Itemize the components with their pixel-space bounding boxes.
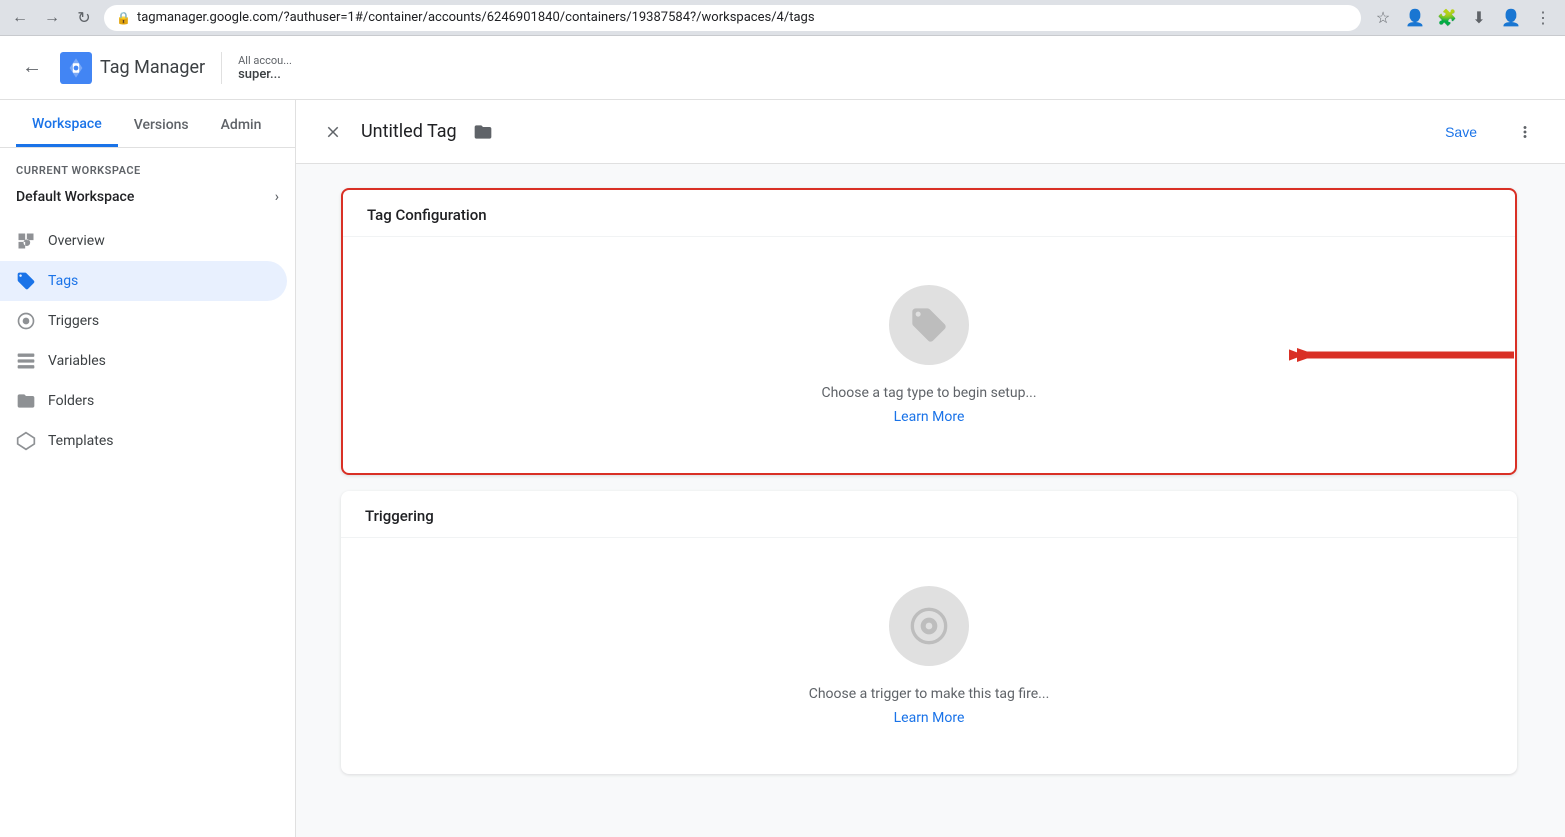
tag-config-learn-more[interactable]: Learn More xyxy=(894,409,965,425)
download-btn[interactable]: ⬇ xyxy=(1465,4,1493,32)
browser-actions: ☆ 👤 🧩 ⬇ 👤 ⋮ xyxy=(1369,4,1557,32)
account-prefix: All accou... xyxy=(238,54,292,67)
extension-btn[interactable]: 🧩 xyxy=(1433,4,1461,32)
tag-config-placeholder-icon xyxy=(889,285,969,365)
main-layout: Workspace Versions Admin CURRENT WORKSPA… xyxy=(0,100,1565,837)
tag-title: Untitled Tag xyxy=(361,121,457,142)
sidebar-item-overview[interactable]: Overview xyxy=(0,221,287,261)
sidebar-nav: Overview Tags Triggers xyxy=(0,213,295,837)
account-btn[interactable]: 👤 xyxy=(1497,4,1525,32)
workspace-name: Default Workspace xyxy=(16,189,134,205)
workspace-section-label: CURRENT WORKSPACE xyxy=(0,148,295,181)
app-back-btn[interactable]: ← xyxy=(16,52,48,84)
folder-button[interactable] xyxy=(469,118,497,146)
tag-editor-content: Tag Configuration xyxy=(296,164,1565,837)
triggering-header: Triggering xyxy=(341,491,1517,538)
profile-btn[interactable]: 👤 xyxy=(1401,4,1429,32)
red-arrow-svg xyxy=(1297,330,1517,380)
sidebar-item-folders[interactable]: Folders xyxy=(0,381,287,421)
account-breadcrumb: All accou... super... xyxy=(238,54,292,82)
app-header: ← Tag Manager All accou... super... xyxy=(0,36,1565,100)
header-actions: Save xyxy=(1421,116,1541,148)
sidebar-item-label-triggers: Triggers xyxy=(48,313,99,329)
browser-reload-btn[interactable]: ↻ xyxy=(72,6,96,30)
triggering-section: Triggering Choose a trigger to make this… xyxy=(341,491,1517,774)
nav-tabs: Workspace Versions Admin xyxy=(0,100,295,148)
sidebar-item-label-variables: Variables xyxy=(48,353,106,369)
sidebar-item-label-tags: Tags xyxy=(48,273,78,289)
sidebar-item-label-overview: Overview xyxy=(48,233,105,249)
triggering-learn-more[interactable]: Learn More xyxy=(894,710,965,726)
sidebar-item-variables[interactable]: Variables xyxy=(0,341,287,381)
sidebar-item-label-folders: Folders xyxy=(48,393,94,409)
tag-config-section: Tag Configuration xyxy=(341,188,1517,475)
browser-chrome: ← → ↻ 🔒 tagmanager.google.com/?authuser=… xyxy=(0,0,1565,36)
triggering-placeholder-text: Choose a trigger to make this tag fire..… xyxy=(809,686,1050,702)
tag-config-placeholder-text: Choose a tag type to begin setup... xyxy=(821,385,1036,401)
browser-forward-btn[interactable]: → xyxy=(40,6,64,30)
sidebar-item-triggers[interactable]: Triggers xyxy=(0,301,287,341)
triggering-body[interactable]: Choose a trigger to make this tag fire..… xyxy=(341,538,1517,774)
sidebar-item-tags[interactable]: Tags xyxy=(0,261,287,301)
tab-admin[interactable]: Admin xyxy=(205,117,278,147)
tags-icon xyxy=(16,271,36,291)
tab-workspace[interactable]: Workspace xyxy=(16,116,118,147)
address-bar[interactable]: 🔒 tagmanager.google.com/?authuser=1#/con… xyxy=(104,5,1361,31)
red-arrow-svg xyxy=(1289,325,1517,385)
sidebar-item-label-templates: Templates xyxy=(48,433,114,449)
chevron-right-icon: › xyxy=(275,189,279,205)
browser-back-btn[interactable]: ← xyxy=(8,6,32,30)
sidebar-item-templates[interactable]: Templates xyxy=(0,421,287,461)
tab-versions[interactable]: Versions xyxy=(118,117,205,147)
tag-config-header: Tag Configuration xyxy=(343,190,1515,237)
sidebar: Workspace Versions Admin CURRENT WORKSPA… xyxy=(0,100,296,837)
logo-area: Tag Manager xyxy=(60,52,205,84)
tag-editor: Untitled Tag Save Tag Confi xyxy=(296,100,1565,837)
bookmark-btn[interactable]: ☆ xyxy=(1369,4,1397,32)
red-arrow-annotation xyxy=(1297,330,1517,380)
app-title: Tag Manager xyxy=(100,57,205,78)
account-name: super... xyxy=(238,67,292,82)
tags-list-area: Tags N... C... L... xyxy=(296,100,1565,837)
app-container: ← Tag Manager All accou... super... Work… xyxy=(0,36,1565,837)
workspace-item[interactable]: Default Workspace › xyxy=(0,181,295,213)
tag-config-body[interactable]: Choose a tag type to begin setup... Lear… xyxy=(343,237,1515,473)
folders-icon xyxy=(16,391,36,411)
triggers-icon xyxy=(16,311,36,331)
close-button[interactable] xyxy=(317,116,349,148)
lock-icon: 🔒 xyxy=(116,11,131,25)
more-options-button[interactable] xyxy=(1509,116,1541,148)
templates-icon xyxy=(16,431,36,451)
tag-editor-header: Untitled Tag Save xyxy=(296,100,1565,164)
overview-icon xyxy=(16,231,36,251)
gtm-logo xyxy=(60,52,92,84)
trigger-placeholder-icon xyxy=(889,586,969,666)
browser-menu-btn[interactable]: ⋮ xyxy=(1529,4,1557,32)
save-button[interactable]: Save xyxy=(1421,116,1501,148)
variables-icon xyxy=(16,351,36,371)
url-text: tagmanager.google.com/?authuser=1#/conta… xyxy=(137,10,815,25)
